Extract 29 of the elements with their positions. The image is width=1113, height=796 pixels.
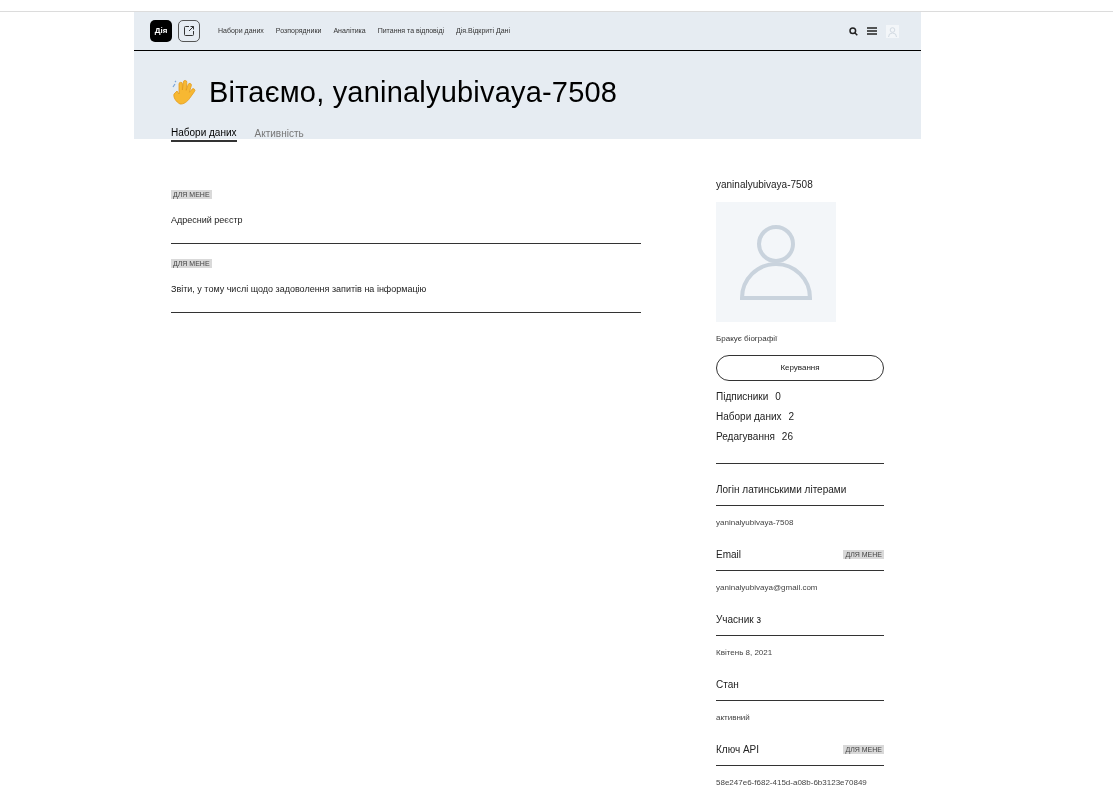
stat-label: Набори даних — [716, 410, 782, 423]
stat-label: Редагування — [716, 430, 775, 443]
field-value: активний — [716, 712, 751, 724]
field-value: Квітень 8, 2021 — [716, 647, 774, 659]
stat-value: 0 — [775, 390, 781, 403]
dataset-link[interactable]: Звіти, у тому числі щодо задоволення запитів на інформацію — [171, 283, 641, 297]
field-value: 58e247e6-f682-415d-a08b-6b3123e70849 — [716, 777, 868, 789]
field-label: Логін латинськими літерами — [716, 482, 847, 497]
stat-value: 26 — [781, 430, 793, 443]
field-label: Email — [716, 547, 741, 562]
field-label: Стан — [716, 677, 739, 692]
logo[interactable]: Дія — [150, 20, 172, 42]
field-label: Учасник з — [716, 612, 761, 627]
tab[interactable]: Активність — [254, 126, 304, 142]
external-link-button[interactable] — [178, 20, 200, 42]
menu-icon[interactable] — [867, 27, 877, 35]
stat-value: 2 — [788, 410, 795, 423]
external-link-icon — [183, 25, 195, 37]
dataset-link[interactable]: Адресний реєстр — [171, 214, 641, 228]
bio-text: Бракує біографії — [716, 333, 779, 345]
field-value: yaninalyubivaya@gmail.com — [716, 582, 819, 594]
username: yaninalyubivaya-7508 — [716, 178, 814, 192]
stat-label: Підписники — [716, 390, 769, 403]
field-value: yaninalyubivaya-7508 — [716, 517, 795, 529]
tab[interactable]: Набори даних — [171, 126, 237, 142]
field-label: Ключ API — [716, 742, 760, 757]
page-title: Вітаємо, yaninalyubivaya-7508 — [209, 75, 618, 110]
search-icon[interactable] — [849, 26, 858, 36]
waving-hand-icon — [171, 78, 199, 107]
